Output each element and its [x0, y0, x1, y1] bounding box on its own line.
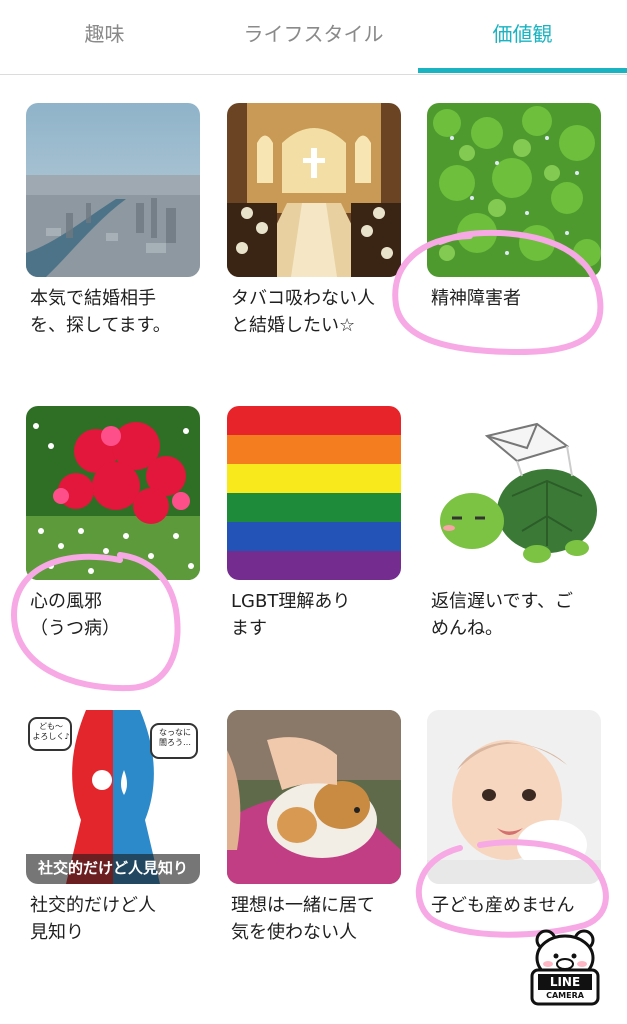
card-label: 社交的だけど人 見知り	[30, 895, 156, 943]
card-label: タバコ吸わない人 と結婚したい☆	[231, 288, 375, 336]
card-label: 本気で結婚相手 を、探してます。	[30, 288, 171, 336]
watermark-line1: LINE	[549, 975, 581, 989]
guinea-pig-photo	[227, 710, 401, 884]
rainbow-flag	[227, 406, 401, 580]
illustration-caption: 社交的だけど人見知り	[37, 859, 188, 877]
bubble-right-text: なっなに 闇ろう…	[159, 728, 191, 747]
card-label: LGBT理解あり ます	[231, 591, 351, 639]
watermark-line2: CAMERA	[546, 991, 584, 1000]
card-label: 子ども産めません	[431, 895, 575, 916]
bubble-left-text: ども〜 よろしく♪	[32, 722, 70, 741]
card-label: 理想は一緒に居て 気を使わない人	[231, 895, 375, 943]
wedding-chapel-photo	[227, 103, 401, 277]
values-grid: 本気で結婚相手 を、探してます。 タバコ吸わない人 と結婚したい☆ 精神障害者 …	[0, 0, 627, 1024]
city-aerial-photo	[26, 103, 200, 277]
card-label: 精神障害者	[431, 288, 521, 309]
introvert-extrovert-illustration: ども〜 よろしく♪ なっなに 闇ろう… 社交的だけど人見知り	[26, 710, 200, 884]
red-flowers-photo	[26, 406, 200, 580]
line-camera-watermark: LINE CAMERA	[528, 928, 602, 1008]
turtle-with-envelope-illustration	[427, 406, 601, 580]
baby-photo	[427, 710, 601, 884]
card-label: 心の風邪 （うつ病）	[30, 591, 120, 639]
green-flower-field-photo	[427, 103, 601, 277]
card-label: 返信遅いです、ご めんね。	[431, 591, 574, 639]
